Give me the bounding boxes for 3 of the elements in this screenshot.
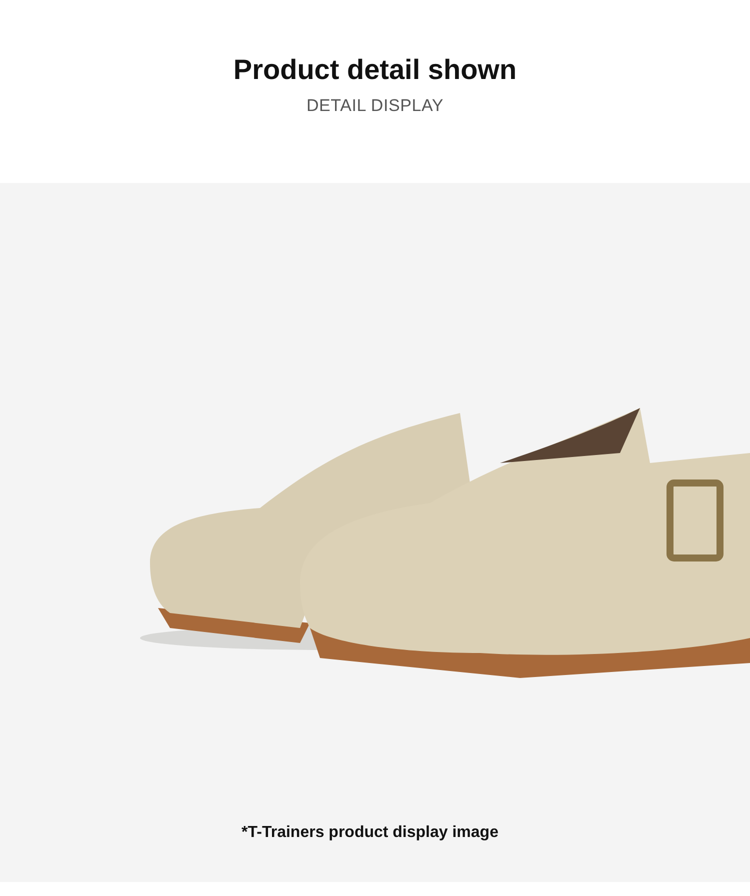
photo-caption: *T-Trainers product display image — [242, 823, 498, 843]
section-subtitle: DETAIL DISPLAY — [306, 95, 444, 117]
section-title: Product detail shown — [233, 53, 517, 87]
